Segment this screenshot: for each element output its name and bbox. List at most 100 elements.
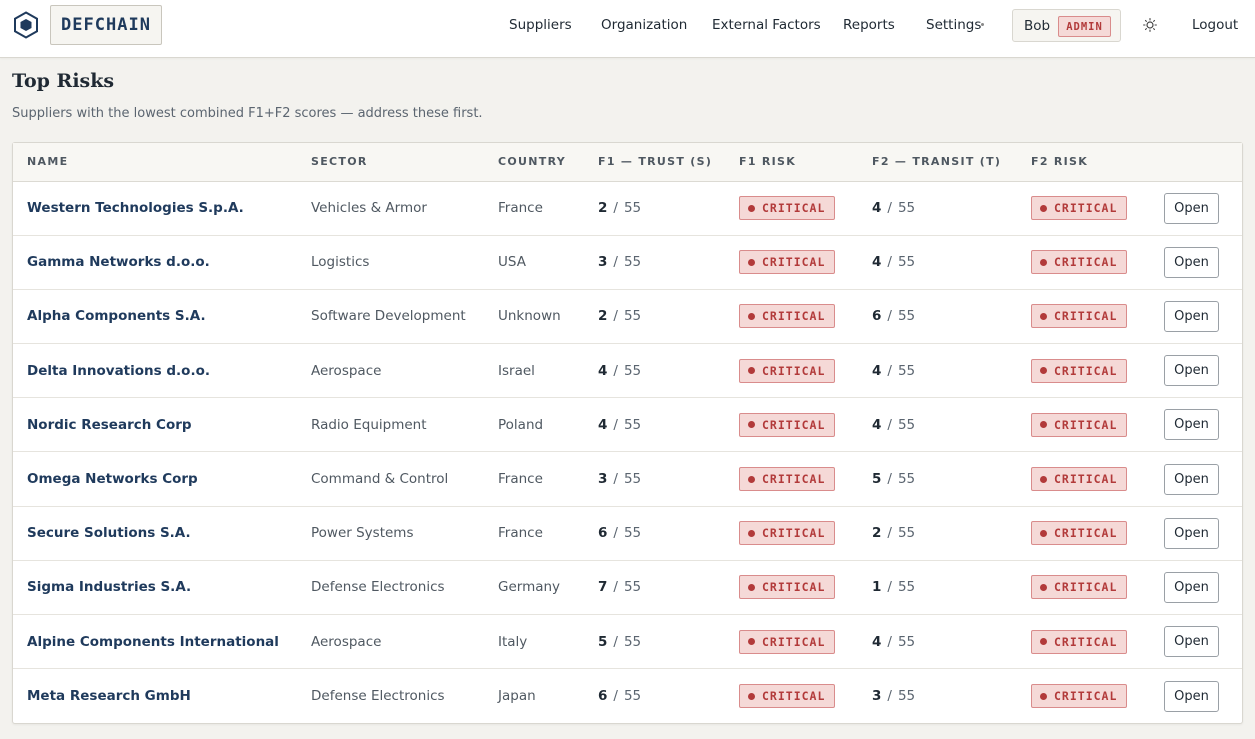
sun-icon[interactable] bbox=[1143, 18, 1157, 32]
f1-score-value: 6 bbox=[598, 688, 608, 705]
brand-name[interactable]: DEFCHAIN bbox=[50, 5, 162, 45]
role-badge: ADMIN bbox=[1058, 16, 1111, 37]
f2-score-max: 55 bbox=[897, 200, 916, 217]
f1-score-max: 55 bbox=[623, 471, 642, 488]
supplier-name-link[interactable]: Alpine Components International bbox=[27, 634, 279, 650]
nav-settings[interactable]: Settings bbox=[926, 17, 981, 33]
score-separator: / bbox=[613, 254, 618, 271]
col-header-f1-risk[interactable]: F1 RISK bbox=[739, 143, 872, 182]
f2-risk-label: CRITICAL bbox=[1054, 689, 1118, 704]
risk-dot-icon bbox=[748, 583, 755, 591]
table-row: Alpine Components International Aerospac… bbox=[13, 614, 1242, 670]
risk-dot-icon bbox=[748, 638, 755, 646]
top-navbar: DEFCHAIN Suppliers Organization External… bbox=[0, 0, 1255, 58]
open-supplier-button[interactable]: Open bbox=[1164, 626, 1219, 658]
open-supplier-button[interactable]: Open bbox=[1164, 463, 1219, 495]
score-separator: / bbox=[613, 471, 618, 488]
open-supplier-button[interactable]: Open bbox=[1164, 680, 1219, 712]
page-subtitle: Suppliers with the lowest combined F1+F2… bbox=[12, 106, 483, 121]
risk-dot-icon bbox=[748, 258, 755, 266]
settings-dropdown-indicator[interactable] bbox=[981, 23, 984, 26]
col-header-f1-trust[interactable]: F1 — TRUST (S) bbox=[598, 143, 739, 182]
supplier-sector: Radio Equipment bbox=[311, 397, 498, 453]
f1-risk-label: CRITICAL bbox=[762, 417, 826, 432]
f2-score-value: 4 bbox=[872, 416, 882, 433]
open-supplier-button[interactable]: Open bbox=[1164, 517, 1219, 549]
f2-risk-label: CRITICAL bbox=[1054, 255, 1118, 270]
supplier-name-link[interactable]: Meta Research GmbH bbox=[27, 688, 191, 704]
col-header-f2-risk[interactable]: F2 RISK bbox=[1031, 143, 1164, 182]
f1-risk-label: CRITICAL bbox=[762, 255, 826, 270]
f1-risk-label: CRITICAL bbox=[762, 363, 826, 378]
f2-score-value: 4 bbox=[872, 254, 882, 271]
col-header-country[interactable]: COUNTRY bbox=[498, 143, 598, 182]
supplier-name-link[interactable]: Delta Innovations d.o.o. bbox=[27, 363, 210, 379]
f2-risk-badge: CRITICAL bbox=[1031, 196, 1128, 221]
score-separator: / bbox=[887, 688, 892, 705]
open-supplier-button[interactable]: Open bbox=[1164, 409, 1219, 441]
f1-score-max: 55 bbox=[623, 200, 642, 217]
supplier-name-link[interactable]: Nordic Research Corp bbox=[27, 417, 192, 433]
supplier-sector: Logistics bbox=[311, 235, 498, 290]
open-supplier-button[interactable]: Open bbox=[1164, 571, 1219, 603]
supplier-name-link[interactable]: Sigma Industries S.A. bbox=[27, 579, 191, 595]
open-supplier-button[interactable]: Open bbox=[1164, 300, 1219, 332]
f2-score: 5 / 55 bbox=[872, 451, 1031, 507]
score-separator: / bbox=[613, 579, 618, 596]
supplier-country: USA bbox=[498, 235, 598, 290]
f2-score: 4 / 55 bbox=[872, 235, 1031, 290]
f2-score-value: 3 bbox=[872, 688, 882, 705]
logout-link[interactable]: Logout bbox=[1192, 17, 1238, 33]
supplier-country: Unknown bbox=[498, 289, 598, 345]
open-supplier-button[interactable]: Open bbox=[1164, 246, 1219, 278]
f2-risk-badge: CRITICAL bbox=[1031, 412, 1128, 437]
f2-score-max: 55 bbox=[897, 471, 916, 488]
supplier-country: Japan bbox=[498, 688, 536, 705]
f2-risk-label: CRITICAL bbox=[1054, 580, 1118, 595]
f2-score: 4 / 55 bbox=[872, 343, 1031, 399]
col-header-name[interactable]: NAME bbox=[13, 143, 311, 182]
risk-dot-icon bbox=[748, 312, 755, 320]
f1-score-max: 55 bbox=[623, 688, 642, 705]
hexagon-logo-icon[interactable] bbox=[12, 11, 40, 39]
nav-organization[interactable]: Organization bbox=[601, 17, 687, 33]
nav-external-factors[interactable]: External Factors bbox=[712, 17, 821, 33]
table-row: Meta Research GmbH Defense Electronics J… bbox=[13, 669, 1242, 723]
col-header-sector[interactable]: SECTOR bbox=[311, 143, 498, 182]
supplier-country: Italy bbox=[498, 614, 598, 670]
f1-risk-badge: CRITICAL bbox=[739, 358, 836, 383]
f2-risk-badge: CRITICAL bbox=[1031, 250, 1128, 275]
score-separator: / bbox=[613, 525, 618, 542]
supplier-name-link[interactable]: Gamma Networks d.o.o. bbox=[27, 254, 210, 270]
nav-reports[interactable]: Reports bbox=[843, 17, 895, 33]
supplier-sector: Power Systems bbox=[311, 506, 498, 561]
col-header-f2-transit[interactable]: F2 — TRANSIT (T) bbox=[872, 143, 1031, 182]
supplier-name-link[interactable]: Secure Solutions S.A. bbox=[27, 525, 191, 541]
supplier-sector: Defense Electronics bbox=[311, 688, 445, 705]
supplier-sector: Aerospace bbox=[311, 614, 498, 670]
f2-risk-badge: CRITICAL bbox=[1031, 629, 1128, 654]
f2-score: 2 / 55 bbox=[872, 506, 1031, 561]
f1-risk-badge: CRITICAL bbox=[739, 250, 836, 275]
f1-risk-badge: CRITICAL bbox=[739, 684, 836, 709]
supplier-name-link[interactable]: Alpha Components S.A. bbox=[27, 308, 206, 324]
f1-score: 4 / 55 bbox=[598, 343, 739, 399]
f1-score-max: 55 bbox=[623, 254, 642, 271]
open-supplier-button[interactable]: Open bbox=[1164, 355, 1219, 387]
open-supplier-button[interactable]: Open bbox=[1164, 192, 1219, 224]
f1-risk-badge: CRITICAL bbox=[739, 629, 836, 654]
score-separator: / bbox=[613, 688, 618, 705]
user-menu[interactable]: Bob ADMIN bbox=[1012, 9, 1121, 42]
supplier-name-link[interactable]: Omega Networks Corp bbox=[27, 471, 198, 487]
table-header-row: NAME SECTOR COUNTRY F1 — TRUST (S) F1 RI… bbox=[13, 143, 1242, 182]
f1-score: 3 / 55 bbox=[598, 235, 739, 290]
score-separator: / bbox=[887, 416, 892, 433]
risk-dot-icon bbox=[1040, 692, 1047, 700]
nav-suppliers[interactable]: Suppliers bbox=[509, 17, 572, 33]
f1-risk-badge: CRITICAL bbox=[739, 575, 836, 600]
f2-score-value: 4 bbox=[872, 633, 882, 650]
f2-risk-badge: CRITICAL bbox=[1031, 575, 1128, 600]
supplier-name-link[interactable]: Western Technologies S.p.A. bbox=[27, 200, 244, 216]
f1-score: 4 / 55 bbox=[598, 397, 739, 453]
score-separator: / bbox=[887, 471, 892, 488]
